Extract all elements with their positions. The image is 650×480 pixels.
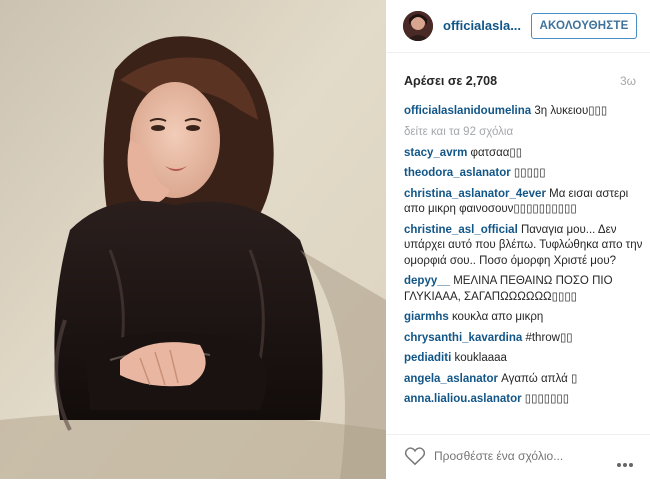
comment-username[interactable]: anna.lialiou.aslanator — [404, 393, 522, 405]
caption-text: 3η λυκειου▯▯▯ — [531, 105, 608, 117]
caption-username[interactable]: officialaslanidoumelina — [404, 105, 531, 117]
comment-text: κουκλα απο μικρη — [448, 311, 544, 323]
likes-row: Αρέσει σε 2,708 3ω — [386, 52, 650, 96]
comment-username[interactable]: stacy_avrm — [404, 147, 467, 159]
comments-list: officialaslanidoumelina 3η λυκειου▯▯▯ δε… — [404, 104, 644, 434]
instagram-post: officialasla... ΑΚΟΛΟΥΘΗΣΤΕ Αρέσει σε 2,… — [0, 0, 650, 479]
comment: angela_aslanator Αγαπώ απλά ▯ — [404, 372, 644, 388]
comment-username[interactable]: pediaditi — [404, 352, 451, 364]
heart-icon[interactable] — [404, 446, 426, 466]
avatar-image — [403, 11, 433, 41]
likes-count[interactable]: Αρέσει σε 2,708 — [404, 74, 497, 88]
comment-text: ▯▯▯▯▯▯▯ — [521, 393, 570, 405]
post-sidebar: officialasla... ΑΚΟΛΟΥΘΗΣΤΕ Αρέσει σε 2,… — [386, 0, 650, 479]
post-author-username[interactable]: officialasla... — [443, 18, 521, 33]
comment-username[interactable]: angela_aslanator — [404, 373, 498, 385]
comment-text: kouklaaaa — [451, 352, 507, 364]
follow-button[interactable]: ΑΚΟΛΟΥΘΗΣΤΕ — [531, 13, 637, 39]
comment-text: #throw▯▯ — [522, 331, 573, 344]
comment-username[interactable]: christina_aslanator_4ever — [404, 188, 546, 200]
more-options-icon[interactable] — [617, 454, 635, 467]
comment: anna.lialiou.aslanator ▯▯▯▯▯▯▯ — [404, 392, 644, 408]
post-image — [0, 0, 386, 479]
comment-username[interactable]: christine_asl_official — [404, 224, 518, 236]
comment: depyy__ ΜΕΛΙΝΑ ΠΕΘΑΙΝΩ ΠΟΣΟ ΠΙΟ ΓΛΥΚΙΑΑΑ… — [404, 274, 644, 305]
comment: giarmhs κουκλα απο μικρη — [404, 310, 644, 326]
caption: officialaslanidoumelina 3η λυκειου▯▯▯ — [404, 104, 644, 120]
comment: christine_asl_official Παναγια μου... Δε… — [404, 223, 644, 270]
comment: christina_aslanator_4ever Μα εισαι αστερ… — [404, 187, 644, 218]
post-photo[interactable] — [0, 0, 386, 479]
comment-text: Αγαπώ απλά ▯ — [497, 372, 578, 385]
comment-footer — [386, 434, 650, 480]
comment: stacy_avrm φατσαα▯▯ — [404, 146, 644, 162]
comment-username[interactable]: theodora_aslanator — [404, 167, 511, 179]
add-comment-input[interactable] — [434, 449, 594, 463]
post-header: officialasla... ΑΚΟΛΟΥΘΗΣΤΕ — [386, 0, 650, 53]
comment: chrysanthi_kavardina #throw▯▯ — [404, 331, 644, 347]
comment-username[interactable]: chrysanthi_kavardina — [404, 332, 522, 344]
comment-text: ▯▯▯▯▯ — [510, 167, 546, 179]
comment: pediaditi kouklaaaa — [404, 351, 644, 367]
avatar[interactable] — [403, 11, 433, 41]
post-age[interactable]: 3ω — [620, 74, 636, 88]
comment-username[interactable]: depyy__ — [404, 275, 450, 287]
view-all-comments-link[interactable]: δείτε και τα 92 σχόλια — [404, 125, 644, 140]
comment: theodora_aslanator ▯▯▯▯▯ — [404, 166, 644, 182]
comment-text: φατσαα▯▯ — [467, 146, 523, 159]
comment-username[interactable]: giarmhs — [404, 311, 449, 323]
